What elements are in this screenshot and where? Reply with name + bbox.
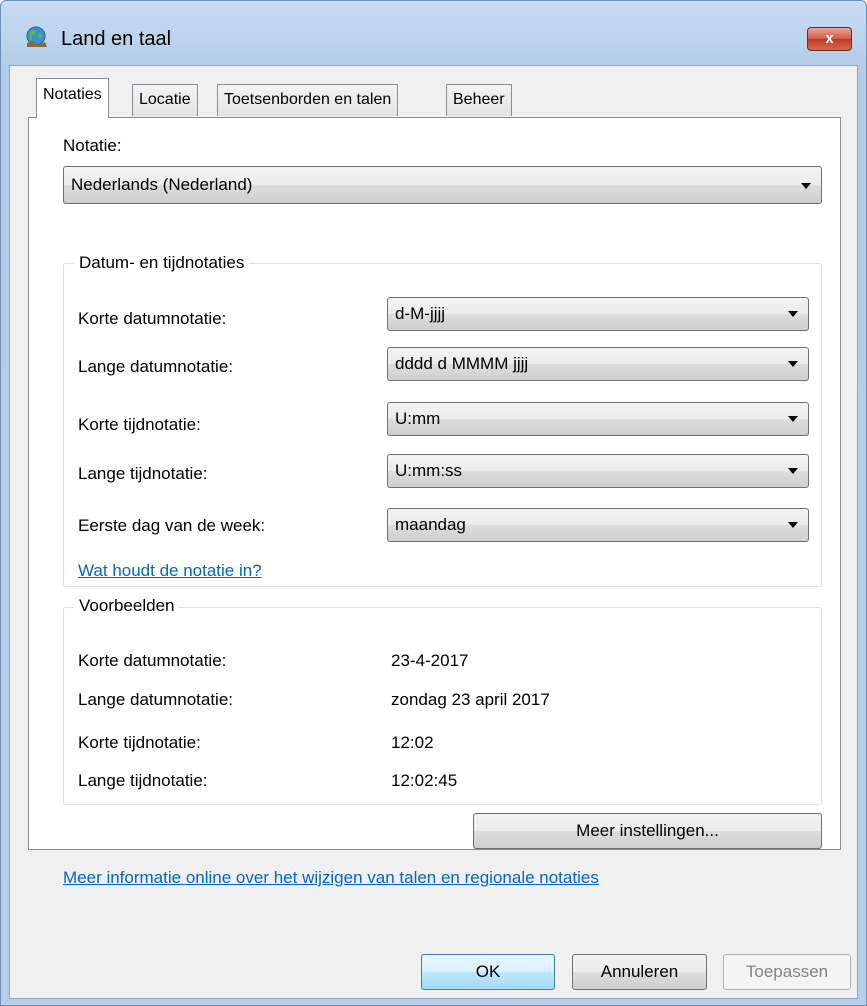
ok-button[interactable]: OK (421, 954, 555, 990)
example-short-time-label: Korte tijdnotatie: (78, 733, 201, 752)
example-long-time-label: Lange tijdnotatie: (78, 771, 208, 790)
short-time-value: U:mm (395, 409, 441, 428)
first-day-value: maandag (395, 515, 466, 534)
short-time-select[interactable]: U:mm (387, 402, 809, 436)
example-short-time-value: 12:02 (391, 733, 434, 752)
example-short-date-value: 23-4-2017 (391, 651, 469, 670)
close-icon: x (825, 30, 834, 47)
tab-notaties[interactable]: Notaties (36, 78, 109, 118)
long-time-label: Lange tijdnotatie: (78, 464, 208, 483)
tab-toetsenborden-en-talen[interactable]: Toetsenborden en talen (217, 84, 399, 116)
chevron-down-icon (788, 522, 798, 528)
short-date-value: d-M-jjjj (395, 304, 446, 323)
chevron-down-icon (788, 468, 798, 474)
long-date-select[interactable]: dddd d MMMM jjjj (387, 347, 809, 381)
chevron-down-icon (788, 311, 798, 317)
examples-group-title: Voorbeelden (74, 596, 180, 616)
short-time-label: Korte tijdnotatie: (78, 415, 201, 434)
globe-icon (23, 25, 51, 49)
example-long-time-value: 12:02:45 (391, 771, 458, 790)
first-day-select[interactable]: maandag (387, 508, 809, 542)
example-short-date-label: Korte datumnotatie: (78, 651, 227, 670)
datetime-formats-group-title: Datum- en tijdnotaties (74, 253, 250, 273)
first-day-label: Eerste dag van de week: (78, 516, 266, 535)
close-button[interactable]: x (807, 27, 852, 51)
short-date-select[interactable]: d-M-jjjj (387, 297, 809, 331)
long-date-label: Lange datumnotatie: (78, 357, 234, 376)
title-bar[interactable]: Land en taal x (1, 1, 866, 61)
more-settings-button[interactable]: Meer instellingen... (473, 813, 822, 849)
example-long-date-label: Lange datumnotatie: (78, 690, 234, 709)
format-help-link[interactable]: Wat houdt de notatie in? (78, 561, 262, 581)
chevron-down-icon (788, 416, 798, 422)
example-long-date-value: zondag 23 april 2017 (391, 690, 550, 709)
notatie-select[interactable]: Nederlands (Nederland) (63, 166, 822, 204)
long-time-select[interactable]: U:mm:ss (387, 454, 809, 488)
chevron-down-icon (801, 183, 811, 189)
short-date-label: Korte datumnotatie: (78, 309, 227, 328)
cancel-button[interactable]: Annuleren (572, 954, 707, 990)
window-title: Land en taal (61, 28, 172, 50)
dialog-window: Land en taal x Notaties Locatie Toetsenb… (0, 0, 867, 1006)
chevron-down-icon (788, 361, 798, 367)
notatie-select-value: Nederlands (Nederland) (71, 175, 253, 194)
long-date-value: dddd d MMMM jjjj (395, 354, 529, 373)
more-info-online-link[interactable]: Meer informatie online over het wijzigen… (63, 868, 599, 888)
notatie-label: Notatie: (63, 136, 122, 155)
long-time-value: U:mm:ss (395, 461, 463, 480)
tab-locatie[interactable]: Locatie (132, 84, 198, 116)
tab-beheer[interactable]: Beheer (446, 84, 512, 116)
apply-button[interactable]: Toepassen (723, 954, 851, 990)
